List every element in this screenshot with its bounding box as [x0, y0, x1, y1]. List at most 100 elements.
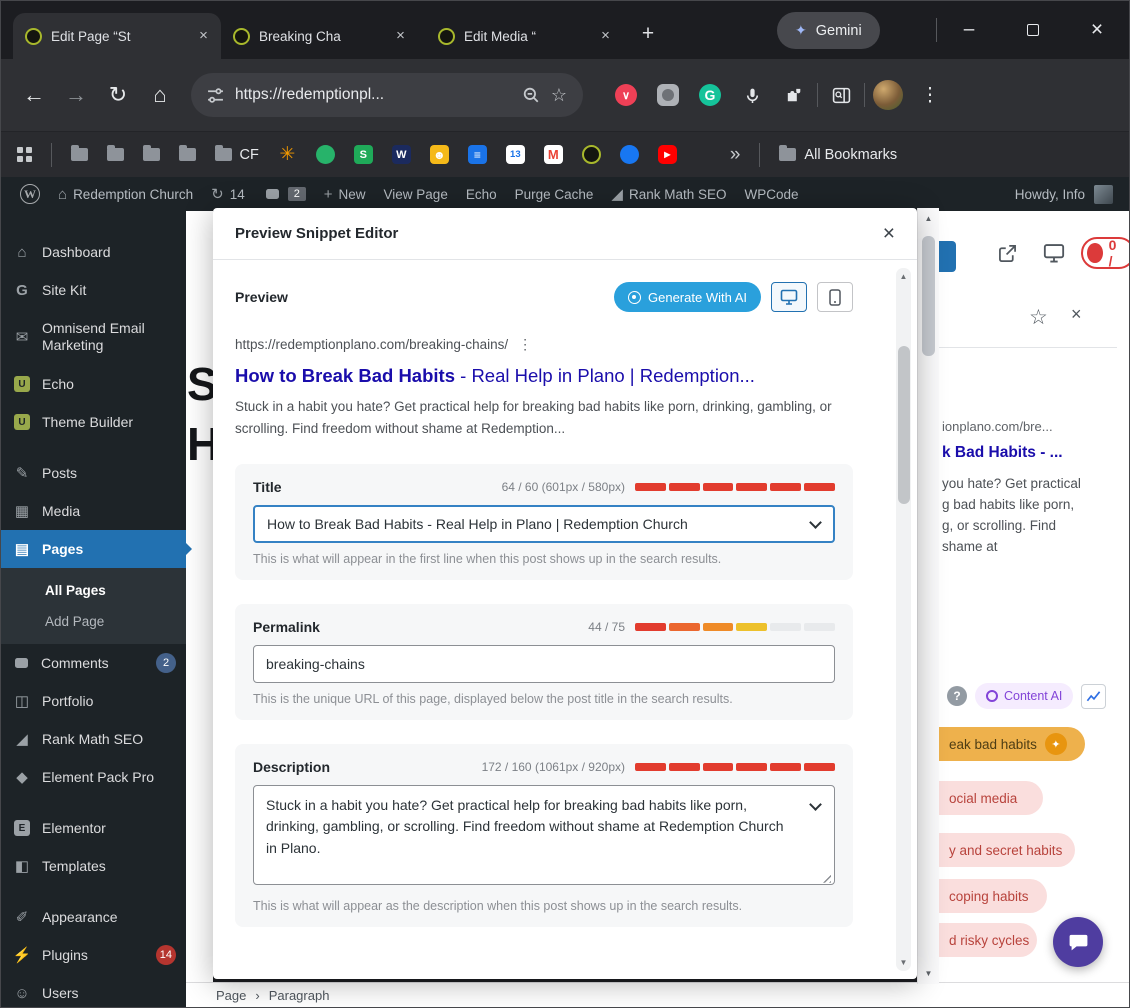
new-content-menu[interactable]: + New [315, 177, 375, 211]
bookmark-folder-icon[interactable] [107, 148, 124, 161]
minimize-button[interactable]: – [937, 1, 1001, 59]
bookmark-folder-icon[interactable] [71, 148, 88, 161]
generate-with-ai-button[interactable]: Generate With AI [614, 282, 761, 312]
tune-icon[interactable] [207, 87, 224, 104]
modal-scrollbar[interactable]: ▲ ▼ [896, 268, 911, 971]
sidebar-item-media[interactable]: ▦ Media [1, 492, 186, 530]
mobile-preview-button[interactable] [817, 282, 853, 312]
reload-button[interactable]: ↻ [97, 74, 139, 116]
sidebar-item-elementor[interactable]: E Elementor [1, 809, 186, 847]
tab-close-icon[interactable]: × [596, 27, 615, 46]
breadcrumb-page[interactable]: Page [216, 988, 246, 1003]
site-name-menu[interactable]: ⌂ Redemption Church [49, 177, 202, 211]
sidebar-item-omnisend[interactable]: ✉ Omnisend Email Marketing [1, 309, 186, 365]
tab-close-icon[interactable]: × [194, 27, 213, 46]
gmail-bookmark-icon[interactable]: M [544, 145, 563, 164]
desktop-preview-button[interactable] [771, 282, 807, 312]
scrollbar-thumb[interactable] [898, 346, 910, 504]
calendar-bookmark-icon[interactable]: 13 [506, 145, 525, 164]
scroll-up-icon[interactable]: ▲ [896, 272, 911, 281]
keyword-pill[interactable]: coping habits [939, 879, 1047, 913]
view-page-menu[interactable]: View Page [375, 177, 457, 211]
facebook-bookmark-icon[interactable] [620, 145, 639, 164]
all-bookmarks-button[interactable]: All Bookmarks [779, 147, 897, 163]
tab-edit-media[interactable]: Edit Media “ × [426, 13, 623, 59]
search-side-panel-icon[interactable] [822, 76, 860, 114]
browser-menu-icon[interactable]: ⋮ [911, 76, 949, 114]
apps-grid-icon[interactable] [17, 147, 32, 162]
sched-bookmark-icon[interactable]: S [354, 145, 373, 164]
keyword-pill[interactable]: y and secret habits [939, 833, 1075, 867]
sidebar-item-posts[interactable]: ✎ Posts [1, 454, 186, 492]
sidebar-item-pages[interactable]: ▤ Pages [1, 530, 186, 568]
sidebar-item-element-pack[interactable]: ◆ Element Pack Pro [1, 758, 186, 796]
keyword-pill[interactable]: ocial media [939, 781, 1043, 815]
redemption-bookmark-icon[interactable] [582, 145, 601, 164]
sidebar-item-dashboard[interactable]: ⌂ Dashboard [1, 233, 186, 271]
scroll-down-icon[interactable]: ▼ [896, 958, 911, 967]
url-text[interactable]: https://redemptionpl... [235, 86, 511, 104]
bookmarks-overflow-icon[interactable]: » [730, 144, 741, 166]
extensions-puzzle-icon[interactable] [775, 76, 813, 114]
sidebar-item-comments[interactable]: Comments 2 [1, 644, 186, 682]
zoom-icon[interactable] [522, 86, 540, 104]
wp-logo-menu[interactable]: W [11, 177, 49, 211]
scroll-down-icon[interactable]: ▼ [918, 969, 939, 978]
back-button[interactable]: ← [13, 74, 55, 116]
updates-menu[interactable]: ↻ 14 [202, 177, 254, 211]
maximize-button[interactable] [1001, 1, 1065, 59]
panel-close-icon[interactable]: × [1071, 304, 1082, 325]
address-bar[interactable]: https://redemptionpl... ☆ [191, 73, 583, 117]
keyword-pill[interactable]: eak bad habits ✦ [939, 727, 1085, 761]
submenu-add-page[interactable]: Add Page [1, 606, 186, 637]
title-input[interactable] [253, 505, 835, 543]
modal-close-icon[interactable]: × [883, 223, 895, 244]
youtube-bookmark-icon[interactable]: ▶ [658, 145, 677, 164]
docs-bookmark-icon[interactable]: ≡ [468, 145, 487, 164]
account-menu[interactable]: Howdy, Info [1015, 185, 1119, 204]
gloo-bookmark-icon[interactable] [316, 145, 335, 164]
sidebar-item-plugins[interactable]: ⚡ Plugins 14 [1, 936, 186, 974]
bookmark-folder-cf[interactable]: CF [215, 147, 259, 163]
grammarly-extension-icon[interactable]: G [691, 76, 729, 114]
tab-close-icon[interactable]: × [391, 27, 410, 46]
contacts-bookmark-icon[interactable]: ☻ [430, 145, 449, 164]
bookmark-star-icon[interactable]: ☆ [551, 85, 567, 106]
tab-edit-page[interactable]: Edit Page “St × [13, 13, 221, 59]
help-icon[interactable]: ? [947, 686, 967, 706]
purge-cache-menu[interactable]: Purge Cache [506, 177, 603, 211]
sidebar-item-appearance[interactable]: ✐ Appearance [1, 898, 186, 936]
permalink-input[interactable] [253, 645, 835, 683]
bookmark-folder-icon[interactable] [179, 148, 196, 161]
sidebar-item-portfolio[interactable]: ◫ Portfolio [1, 682, 186, 720]
scroll-up-icon[interactable]: ▲ [918, 214, 939, 223]
sidebar-item-site-kit[interactable]: G Site Kit [1, 271, 186, 309]
asterisk-bookmark-icon[interactable]: ✳ [278, 145, 297, 164]
gemini-button[interactable]: ✦ Gemini [777, 12, 880, 49]
sidebar-item-templates[interactable]: ◧ Templates [1, 847, 186, 885]
home-button[interactable]: ⌂ [139, 74, 181, 116]
description-textarea[interactable]: Stuck in a habit you hate? Get practical… [253, 785, 835, 885]
external-link-icon[interactable] [997, 243, 1018, 269]
keyword-pill[interactable]: d risky cycles [939, 923, 1037, 957]
profile-avatar[interactable] [869, 76, 907, 114]
w-bookmark-icon[interactable]: W [392, 145, 411, 164]
comments-menu[interactable]: 2 [254, 177, 315, 211]
gray-extension-icon[interactable] [649, 76, 687, 114]
pocket-extension-icon[interactable]: ∨ [607, 76, 645, 114]
tab-breaking-chains[interactable]: Breaking Cha × [221, 13, 418, 59]
desktop-preview-icon[interactable] [1043, 243, 1065, 268]
close-window-button[interactable]: × [1065, 1, 1129, 59]
sidebar-item-theme-builder[interactable]: U Theme Builder [1, 403, 186, 441]
scrollbar-thumb[interactable] [922, 236, 935, 356]
sidebar-item-users[interactable]: ☺ Users [1, 974, 186, 1008]
chat-launcher-button[interactable] [1053, 917, 1103, 967]
content-ai-button[interactable]: Content AI [975, 683, 1073, 709]
sidebar-item-echo[interactable]: U Echo [1, 365, 186, 403]
page-scrollbar[interactable]: ▲ ▼ [917, 208, 939, 984]
submenu-all-pages[interactable]: All Pages [1, 575, 186, 606]
trend-chart-icon[interactable] [1081, 684, 1106, 709]
rank-math-menu[interactable]: ◢ Rank Math SEO [602, 177, 735, 211]
wpcode-menu[interactable]: WPCode [736, 177, 808, 211]
echo-menu[interactable]: Echo [457, 177, 506, 211]
